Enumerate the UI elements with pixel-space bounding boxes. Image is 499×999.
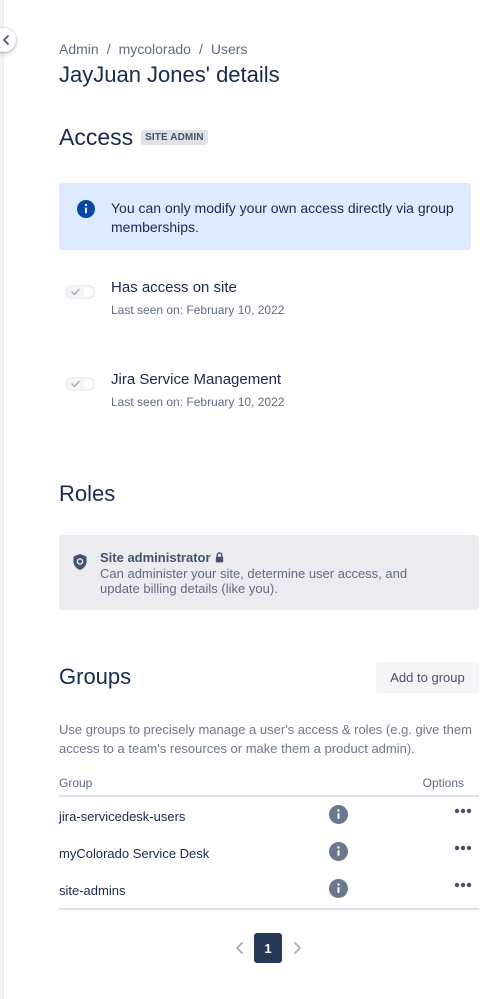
shield-icon [73,554,87,570]
info-message: You can only modify your own access dire… [111,200,454,235]
column-header-options: Options [422,776,464,790]
breadcrumb-users[interactable]: Users [211,41,248,57]
role-title: Site administrator [100,550,224,565]
roles-heading: Roles [59,481,116,506]
collapse-sidebar-button[interactable] [0,28,16,52]
access-heading: Access [59,124,134,150]
access-item-last-seen: Last seen on: February 10, 2022 [111,303,285,317]
access-item-name: Has access on site [111,279,237,296]
lock-icon [215,552,223,563]
more-options-icon[interactable] [454,808,472,814]
info-icon[interactable] [329,879,348,898]
groups-description: Use groups to precisely manage a user's … [59,722,472,756]
role-description: Can administer your site, determine user… [100,566,408,596]
breadcrumb: Admin / mycolorado / Users [59,41,247,57]
more-options-icon[interactable] [454,845,472,851]
info-banner: You can only modify your own access dire… [59,183,471,250]
site-access-toggle[interactable] [65,285,95,299]
jsm-access-toggle[interactable] [65,377,95,391]
groups-heading: Groups [59,664,132,689]
breadcrumb-separator: / [198,41,203,57]
access-item-name: Jira Service Management [111,371,282,388]
check-icon [71,288,80,296]
chevron-left-icon[interactable] [232,940,248,956]
breadcrumb-site[interactable]: mycolorado [119,41,191,57]
info-icon[interactable] [329,842,348,861]
access-item-last-seen: Last seen on: February 10, 2022 [111,395,285,409]
info-icon[interactable] [329,805,348,824]
access-section-header: Access SITE ADMIN [59,124,208,151]
toggle-knob [83,287,93,297]
role-card-site-admin: Site administrator Can administer your s… [59,535,479,610]
site-admin-badge: SITE ADMIN [141,130,208,145]
breadcrumb-separator: / [106,41,111,57]
page-button-current[interactable]: 1 [254,933,282,963]
table-row: jira-servicedesk-users [59,797,479,834]
toggle-knob [83,379,93,389]
table-header: Group Options [59,774,479,797]
table-row: myColorado Service Desk [59,834,479,871]
group-name: site-admins [59,883,126,898]
group-name: myColorado Service Desk [59,846,210,861]
table-bottom-border [59,908,479,910]
groups-table: Group Options jira-servicedesk-users myC… [59,774,479,910]
chevron-right-icon[interactable] [289,940,305,956]
chevron-left-icon [3,35,9,45]
check-icon [71,380,80,388]
table-row: site-admins [59,871,479,908]
more-options-icon[interactable] [454,882,472,888]
info-icon [77,200,95,218]
breadcrumb-admin[interactable]: Admin [59,41,99,57]
add-to-group-button[interactable]: Add to group [376,662,479,693]
page-title: JayJuan Jones' details [59,62,280,87]
role-title-text: Site administrator [100,550,211,565]
sidebar-edge [0,0,4,999]
column-header-group: Group [59,776,93,790]
pagination: 1 [232,933,306,963]
group-name: jira-servicedesk-users [59,809,186,824]
